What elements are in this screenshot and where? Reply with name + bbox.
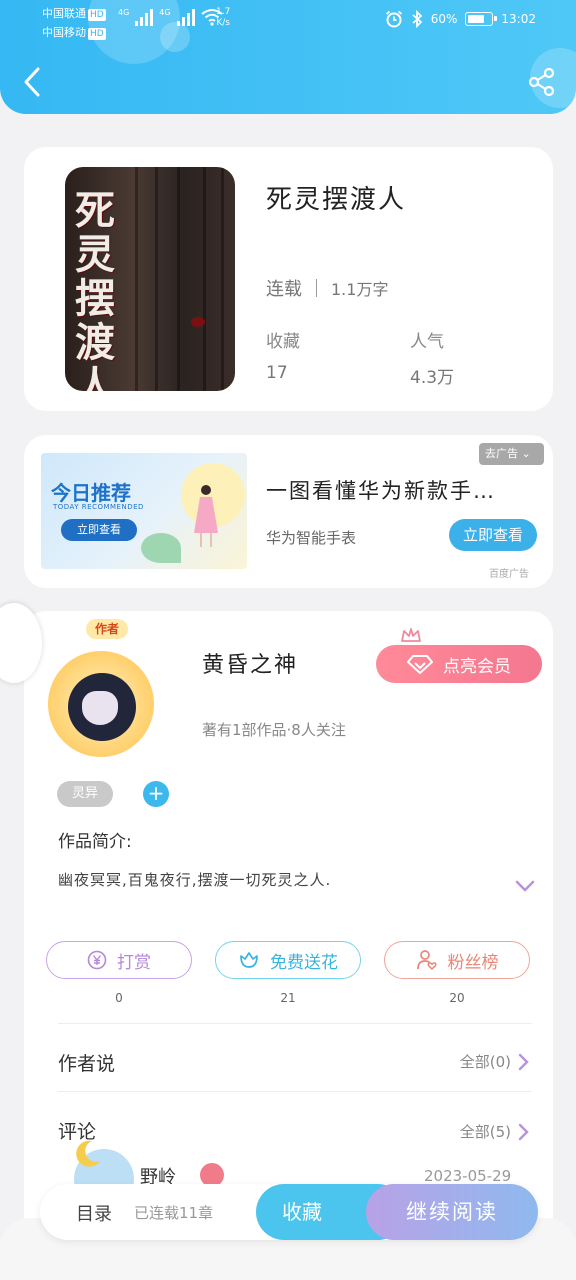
hd-badge: HD (88, 9, 106, 21)
vip-button[interactable]: 点亮会员 (376, 645, 542, 683)
favorites-value: 17 (266, 363, 288, 383)
author-badge: 作者 (86, 619, 128, 639)
word-count: 1.1万字 (331, 280, 389, 299)
battery-icon (465, 12, 498, 26)
signal-icons: 4G 4G (118, 8, 223, 26)
ad-view-button[interactable]: 立即查看 (449, 519, 537, 551)
cover-eye (191, 317, 205, 327)
network-label: 4G (159, 8, 171, 17)
book-title: 死灵摆渡人 (266, 185, 407, 215)
ad-image[interactable]: 今日推荐 TODAY RECOMMENDED 立即查看 (41, 453, 247, 569)
flower-icon (240, 952, 258, 968)
send-flower-label: 免费送花 (270, 952, 338, 973)
reward-count: 0 (115, 991, 123, 1005)
send-flower-button[interactable]: 免费送花 (215, 941, 361, 979)
diamond-icon (407, 655, 433, 674)
hd-badge: HD (88, 28, 106, 40)
moon-icon (76, 1140, 100, 1167)
crown-icon (401, 628, 421, 642)
intro-text: 幽夜冥冥,百鬼夜行,摆渡一切死灵之人. (58, 871, 332, 889)
header-decoration (160, 22, 190, 52)
intro-label: 作品简介: (58, 832, 132, 852)
ad-image-cta: 立即查看 (61, 519, 137, 541)
add-tag-button[interactable]: + (143, 781, 169, 807)
reward-label: 打赏 (117, 952, 151, 973)
ad-subtitle: 华为智能手表 (266, 529, 357, 547)
serial-chapter-status: 已连载11章 (134, 1204, 214, 1222)
chevron-right-icon (518, 1053, 529, 1070)
bluetooth-icon (412, 10, 423, 28)
flower-count: 21 (280, 991, 296, 1005)
yen-coin-icon (87, 950, 107, 970)
author-says-all-label: 全部(0) (459, 1053, 511, 1071)
genre-tag[interactable]: 灵异 (57, 781, 113, 807)
book-serial-info: 连载 1.1万字 (266, 275, 388, 301)
favorites-label: 收藏 (266, 332, 300, 352)
author-says-label: 作者说 (58, 1053, 116, 1075)
comments-all-link[interactable]: 全部(5) (460, 1121, 529, 1142)
reward-button[interactable]: 打赏 (46, 941, 192, 979)
author-card: 作者 黄昏之神 著有1部作品·8人关注 点亮会员 灵异 + 作品简介: 幽夜冥冥… (24, 611, 553, 1251)
fans-ranking-label: 粉丝榜 (447, 952, 499, 973)
ad-title[interactable]: 一图看懂华为新款手… (266, 475, 496, 505)
remove-ad-button[interactable]: 去广告 ⌄ (479, 443, 544, 465)
popularity-value: 4.3万 (410, 368, 455, 388)
divider (58, 1023, 532, 1024)
fans-ranking-button[interactable]: 粉丝榜 (384, 941, 530, 979)
author-stats: 著有1部作品·8人关注 (202, 721, 346, 739)
signal-icon (176, 8, 195, 26)
chevron-right-icon (518, 1123, 529, 1140)
signal-icon (135, 8, 154, 26)
comments-all-label: 全部(5) (459, 1123, 511, 1141)
carrier-2: 中国移动 (42, 26, 86, 39)
clock: 13:02 (501, 12, 536, 26)
speed-unit: K/s (216, 18, 230, 28)
alarm-icon (385, 10, 402, 28)
chevron-down-icon: ⌄ (521, 447, 531, 460)
vip-label: 点亮会员 (443, 656, 511, 677)
comment-date: 2023-05-29 (424, 1167, 512, 1185)
book-cover[interactable]: 死灵摆渡人 (65, 167, 235, 391)
ad-card[interactable]: 今日推荐 TODAY RECOMMENDED 立即查看 一图看懂华为新款手… 华… (24, 435, 553, 588)
bottom-action-bar: 目录 已连载11章 收藏 继续阅读 (40, 1184, 538, 1240)
fans-count: 20 (449, 991, 465, 1005)
back-arrow-icon[interactable] (18, 64, 48, 100)
user-heart-icon (416, 950, 437, 971)
carrier-1: 中国联通 (42, 7, 86, 20)
divider (58, 1091, 532, 1092)
share-icon[interactable] (526, 66, 558, 98)
chevron-down-icon[interactable] (514, 879, 536, 893)
popularity-label: 人气 (410, 332, 444, 352)
author-says-all-link[interactable]: 全部(0) (460, 1051, 529, 1072)
ad-illustration (194, 485, 218, 547)
ad-image-heading: 今日推荐 (51, 481, 131, 505)
battery-percent: 60% (430, 12, 458, 26)
continue-reading-button[interactable]: 继续阅读 (366, 1184, 538, 1240)
status-right: 60% 13:02 (385, 10, 536, 28)
remove-ad-label: 去广告 (485, 447, 518, 460)
author-avatar[interactable] (48, 651, 154, 757)
cover-title: 死灵摆渡人 (75, 187, 115, 392)
speed-value: 1.7 (216, 7, 231, 17)
table-of-contents-button[interactable]: 目录 (76, 1200, 112, 1226)
ad-source: 百度广告 (489, 569, 529, 580)
serial-status: 连载 (266, 279, 302, 300)
author-name[interactable]: 黄昏之神 (202, 647, 298, 679)
ad-image-subheading: TODAY RECOMMENDED (53, 503, 144, 511)
status-carriers: 中国联通 HD 中国移动 HD (42, 4, 106, 42)
network-speed: 1.7 K/s (216, 7, 230, 29)
book-info-card: 死灵摆渡人 死灵摆渡人 连载 1.1万字 收藏 17 人气 4.3万 (24, 147, 553, 411)
network-label: 4G (118, 8, 130, 17)
header: 中国联通 HD 中国移动 HD 4G 4G 1.7 K/s 60% 13:02 (0, 0, 576, 114)
